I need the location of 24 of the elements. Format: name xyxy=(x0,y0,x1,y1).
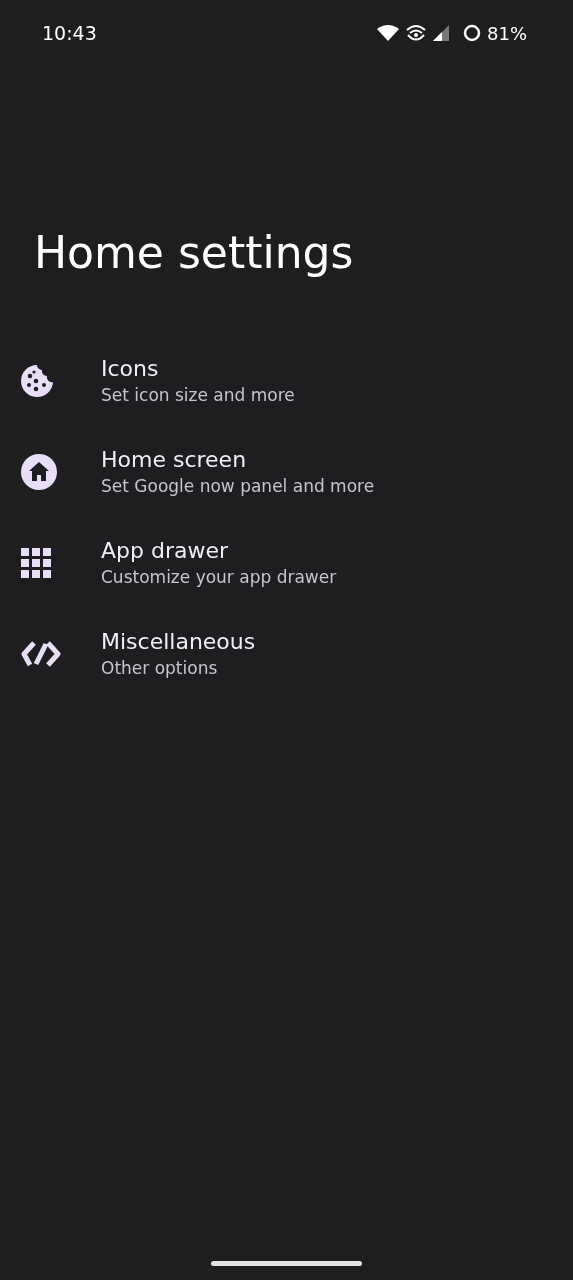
code-icon xyxy=(21,639,61,668)
battery-icon xyxy=(463,24,481,42)
item-subtitle: Set Google now panel and more xyxy=(101,476,375,496)
signal-icon xyxy=(433,25,449,41)
battery-percent: 81% xyxy=(487,22,527,44)
gesture-bar[interactable] xyxy=(211,1261,362,1266)
status-time: 10:43 xyxy=(42,22,97,44)
item-subtitle: Set icon size and more xyxy=(101,385,295,405)
item-subtitle: Customize your app drawer xyxy=(101,567,337,587)
cookie-icon xyxy=(21,364,53,397)
item-title: Miscellaneous xyxy=(101,629,256,654)
hotspot-icon xyxy=(405,24,427,42)
grid-icon xyxy=(21,547,51,578)
settings-item[interactable]: Icons Set icon size and more xyxy=(0,335,573,426)
item-title: Home screen xyxy=(101,447,248,472)
home-icon xyxy=(21,453,57,490)
page-title: Home settings xyxy=(34,226,355,280)
item-title: Icons xyxy=(101,356,160,381)
item-title: App drawer xyxy=(101,538,230,563)
item-subtitle: Other options xyxy=(101,658,219,678)
settings-item[interactable]: App drawer Customize your app drawer xyxy=(0,517,573,608)
wifi-icon xyxy=(377,25,399,41)
settings-item[interactable]: Miscellaneous Other options xyxy=(0,608,573,699)
settings-item[interactable]: Home screen Set Google now panel and more xyxy=(0,426,573,517)
